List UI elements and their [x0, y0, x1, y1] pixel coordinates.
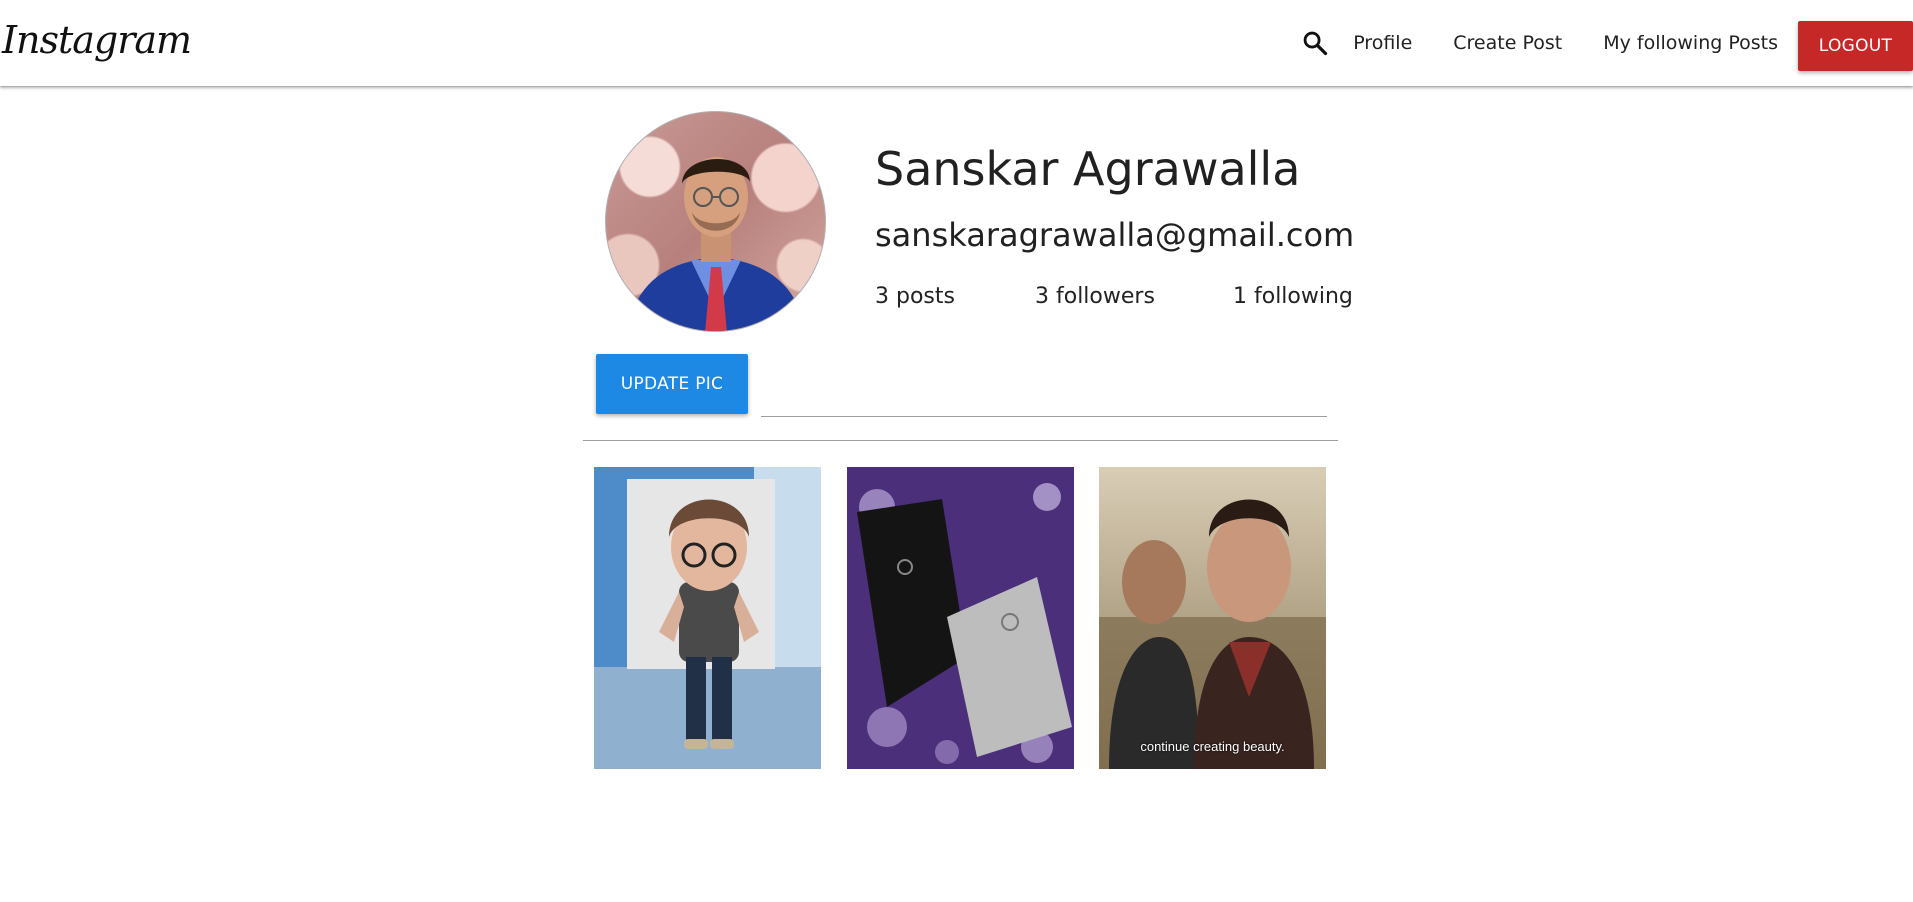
nav-link-create-post[interactable]: Create Post [1453, 32, 1562, 54]
nav-link-following-posts[interactable]: My following Posts [1603, 32, 1778, 54]
post-caption: continue creating beauty. [1140, 739, 1285, 754]
gallery-item-scene[interactable]: continue creating beauty. [1099, 467, 1326, 769]
profile-name: Sanskar Agrawalla [875, 142, 1301, 196]
profile-divider [583, 440, 1338, 441]
post-image [1099, 467, 1326, 769]
gallery-item-laptops[interactable] [847, 467, 1074, 769]
gallery-item-avatar[interactable] [594, 467, 821, 769]
followers-count[interactable]: 3 followers [1035, 284, 1155, 309]
navbar: Instagram Profile Create Post My followi… [0, 0, 1913, 86]
profile-avatar [605, 111, 826, 332]
nav-link-profile[interactable]: Profile [1353, 32, 1412, 54]
brand-logo[interactable]: Instagram [2, 18, 192, 62]
post-image [847, 467, 1074, 769]
following-count[interactable]: 1 following [1233, 284, 1353, 309]
profile-email: sanskaragrawalla@gmail.com [875, 216, 1355, 254]
update-pic-button[interactable]: UPDATE PIC [596, 354, 748, 414]
file-path-input[interactable] [761, 372, 1327, 417]
avatar-image [626, 157, 807, 331]
nav-links: Profile Create Post My following Posts L… [1295, 0, 1913, 86]
search-icon[interactable] [1295, 23, 1335, 63]
post-image [594, 467, 821, 769]
posts-count: 3 posts [875, 284, 955, 309]
logout-button[interactable]: LOGOUT [1798, 21, 1913, 71]
